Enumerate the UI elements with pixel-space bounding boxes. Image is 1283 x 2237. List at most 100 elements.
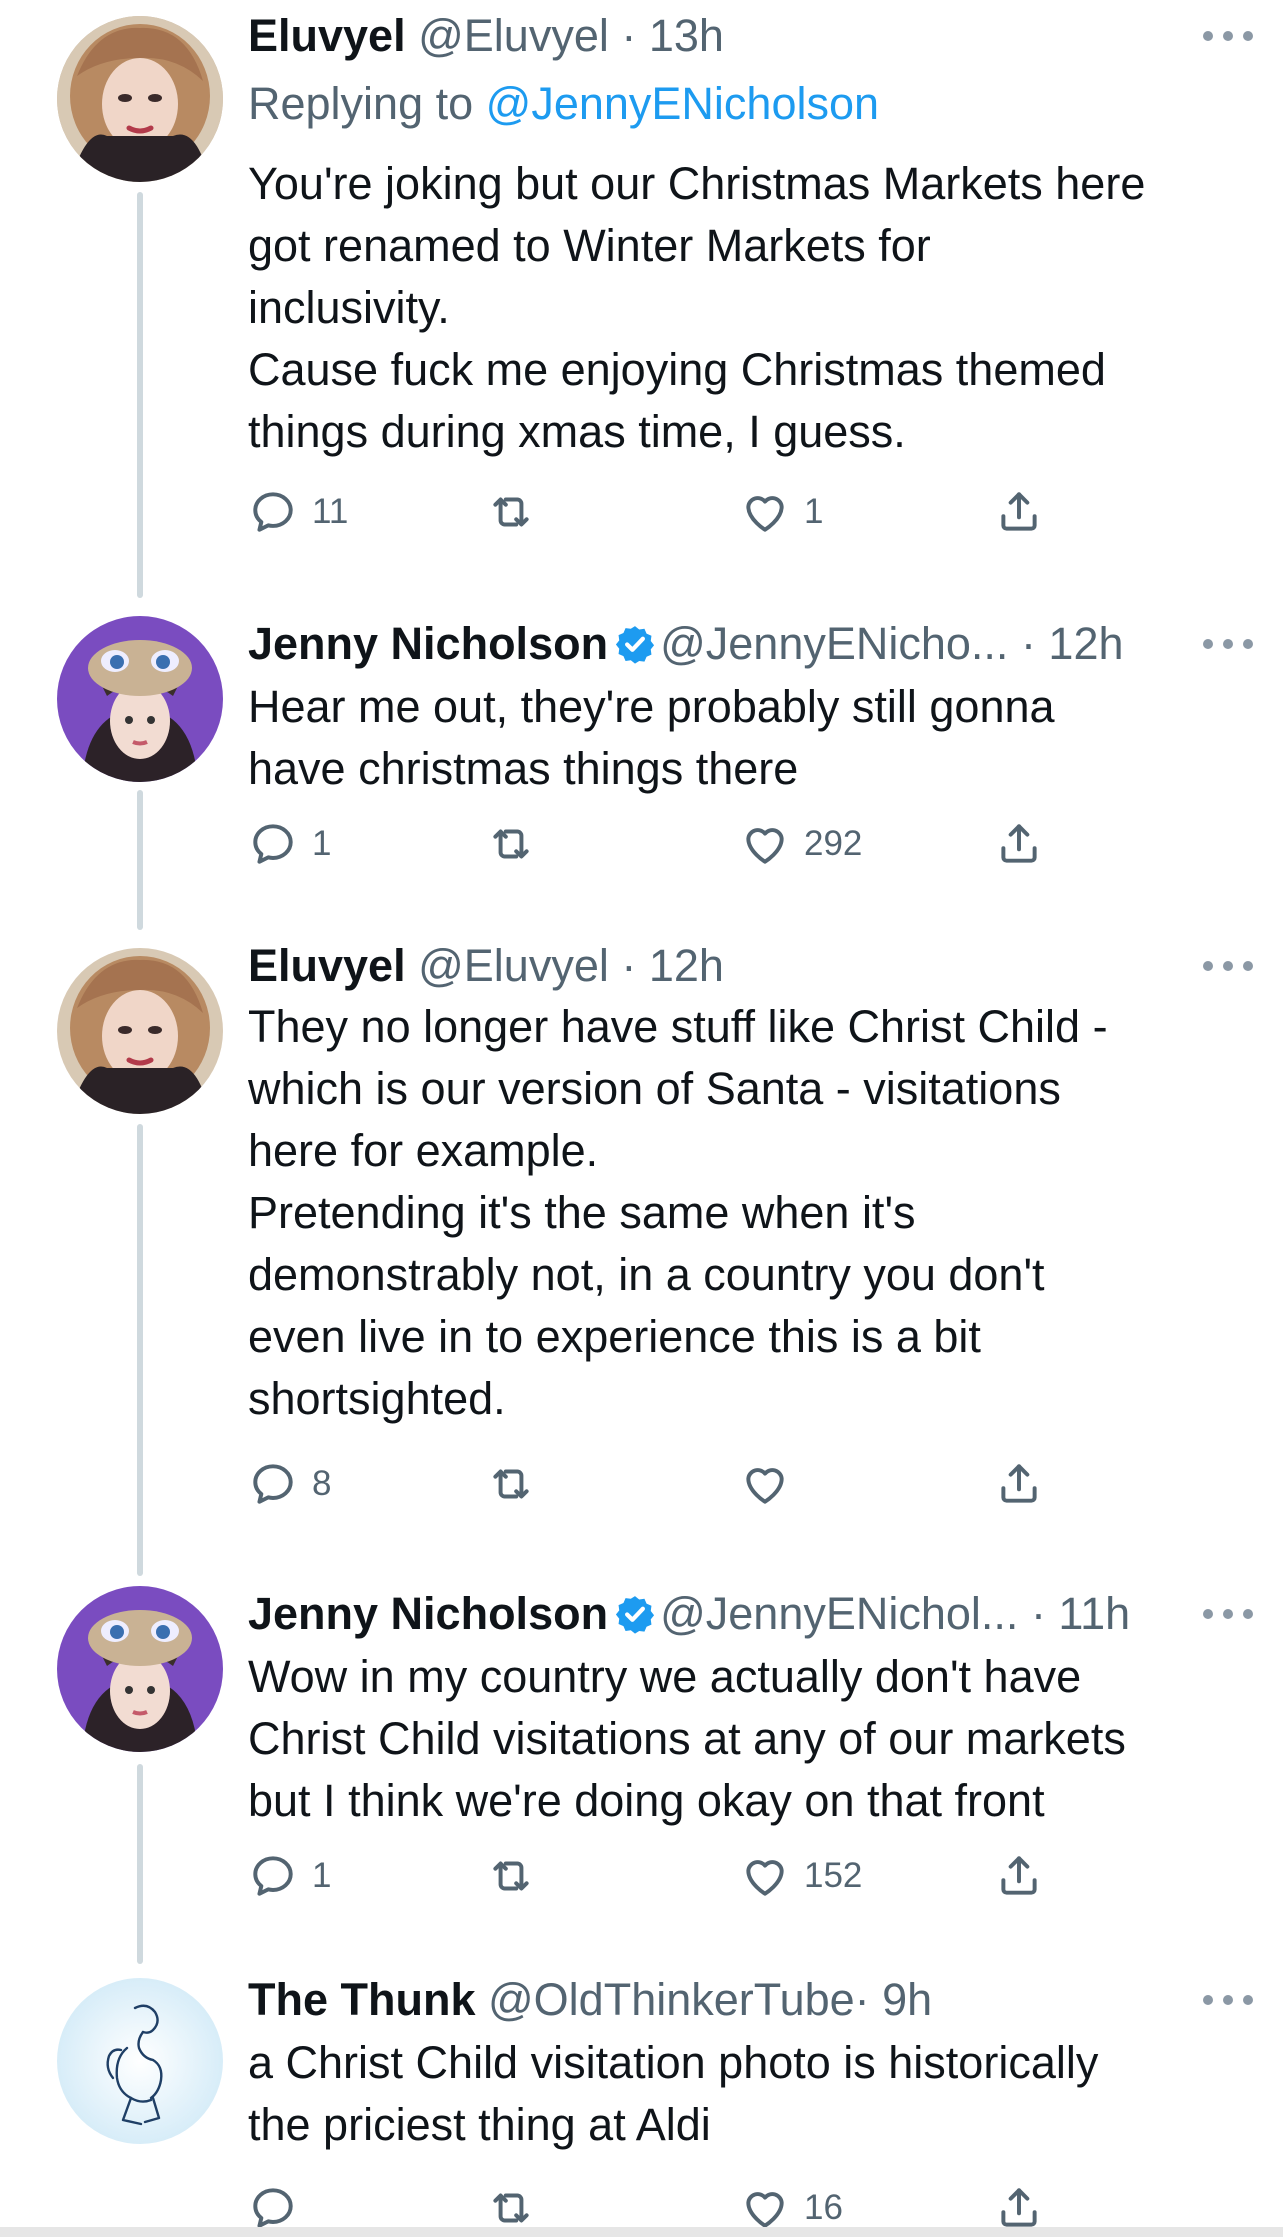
reply-icon [248,2183,298,2233]
author-name[interactable]: The Thunk [248,1974,475,2025]
tweet-text-line: here for example. [248,1125,599,1176]
tweet-text-line: demonstrably not, in a country you don't [248,1249,1045,1300]
tweet[interactable]: Jenny Nicholson @JennyENicho... · 12h Hea… [0,600,1283,930]
more-icon[interactable] [1203,1993,1253,2007]
like-count: 16 [804,2188,843,2227]
reply-count: 11 [312,492,349,531]
author-name[interactable]: Eluvyel [248,10,406,61]
tweet-text-line: got renamed to Winter Markets for [248,220,931,271]
timestamp[interactable]: · 12h [621,940,724,991]
share-button[interactable] [994,1848,1044,1904]
bottom-divider [0,2227,1283,2237]
share-icon [994,819,1044,869]
more-icon[interactable] [1203,29,1253,43]
tweet-text: Wow in my country we actually don't have… [248,1646,1248,1832]
like-button[interactable] [740,1456,804,1512]
like-icon [740,1459,790,1509]
author-handle[interactable]: @JennyENicho... [660,618,1008,669]
tweet-text-line: Pretending it's the same when it's [248,1187,916,1238]
share-icon [994,2183,1044,2233]
tweet-header: Eluvyel @Eluvyel · 12h [248,938,1203,994]
replying-to: Replying to @JennyENicholson [248,76,879,132]
tweet-text-line: You're joking but our Christmas Markets … [248,158,1146,209]
retweet-button[interactable] [486,1456,550,1512]
avatar[interactable] [57,948,223,1114]
avatar[interactable] [57,16,223,182]
retweet-button[interactable] [486,816,550,872]
timestamp[interactable]: · 13h [621,10,724,61]
tweet-text-line: Hear me out, they're probably still gonn… [248,681,1055,732]
like-icon [740,1851,790,1901]
reply-icon [248,1459,298,1509]
share-button[interactable] [994,484,1044,540]
retweet-button[interactable] [486,484,550,540]
more-icon[interactable] [1203,1607,1253,1621]
like-button[interactable]: 152 [740,1848,862,1904]
reply-button[interactable]: 1 [248,1848,331,1904]
tweet-text-line: things during xmas time, I guess. [248,406,906,457]
tweet-text-line: have christmas things there [248,743,799,794]
verified-badge-icon [614,1593,656,1635]
share-icon [994,1851,1044,1901]
retweet-icon [486,819,536,869]
retweet-icon [486,1851,536,1901]
tweet[interactable]: Eluvyel @Eluvyel · 13h Replying to @Jenn… [0,0,1283,600]
tweet-text-line: Christ Child visitations at any of our m… [248,1713,1126,1764]
author-handle[interactable]: @JennyENichol... [660,1588,1018,1639]
reply-count: 1 [312,824,332,863]
tweet-text-line: but I think we're doing okay on that fro… [248,1775,1045,1826]
tweet-text-line: They no longer have stuff like Christ Ch… [248,1001,1108,1052]
reply-button[interactable]: 11 [248,484,348,540]
tweet-text: Hear me out, they're probably still gonn… [248,676,1248,800]
more-icon[interactable] [1203,959,1253,973]
like-button[interactable]: 292 [740,816,862,872]
share-button[interactable] [994,1456,1044,1512]
tweet[interactable]: Eluvyel @Eluvyel · 12h They no longer ha… [0,932,1283,1578]
reply-button[interactable]: 8 [248,1456,331,1512]
avatar[interactable] [57,1978,223,2144]
more-icon[interactable] [1203,637,1253,651]
retweet-icon [486,487,536,537]
reply-icon [248,819,298,869]
share-button[interactable] [994,816,1044,872]
tweet[interactable]: The Thunk @OldThinkerTube· 9h a Christ C… [0,1962,1283,2237]
author-handle[interactable]: @OldThinkerTube [488,1974,855,2025]
timestamp[interactable]: · 12h [1021,618,1124,669]
reply-button[interactable]: 1 [248,816,331,872]
verified-badge-icon [614,623,656,665]
tweet-header: Eluvyel @Eluvyel · 13h [248,8,1203,64]
retweet-icon [486,2183,536,2233]
replying-prefix: Replying to [248,78,486,129]
tweet-text-line: even live in to experience this is a bit [248,1311,981,1362]
like-button[interactable]: 1 [740,484,823,540]
tweet-text-line: Wow in my country we actually don't have [248,1651,1082,1702]
avatar[interactable] [57,616,223,782]
tweet-text-line: which is our version of Santa - visitati… [248,1063,1061,1114]
like-icon [740,487,790,537]
replying-handle-link[interactable]: @JennyENicholson [486,78,879,129]
retweet-icon [486,1459,536,1509]
reply-count: 1 [312,1856,332,1895]
tweet[interactable]: Jenny Nicholson @JennyENichol... · 11h Wo… [0,1572,1283,1962]
author-handle[interactable]: @Eluvyel [418,940,609,991]
avatar[interactable] [57,1586,223,1752]
like-icon [740,819,790,869]
author-name[interactable]: Eluvyel [248,940,406,991]
author-name[interactable]: Jenny Nicholson [248,618,608,669]
author-handle[interactable]: @Eluvyel [418,10,609,61]
author-name[interactable]: Jenny Nicholson [248,1588,608,1639]
tweet-text-line: shortsighted. [248,1373,506,1424]
like-count: 1 [804,492,824,531]
tweet-header: Jenny Nicholson @JennyENichol... · 11h [248,1586,1203,1642]
like-count: 292 [804,824,863,863]
reply-count: 8 [312,1464,332,1503]
tweet-text: a Christ Child visitation photo is histo… [248,2032,1248,2156]
tweet-text-line: the priciest thing at Aldi [248,2099,711,2150]
reply-icon [248,487,298,537]
tweet-header: Jenny Nicholson @JennyENicho... · 12h [248,616,1203,672]
timestamp[interactable]: · 11h [1031,1588,1130,1639]
timestamp[interactable]: · 9h [855,1974,933,2025]
share-icon [994,1459,1044,1509]
share-icon [994,487,1044,537]
retweet-button[interactable] [486,1848,550,1904]
